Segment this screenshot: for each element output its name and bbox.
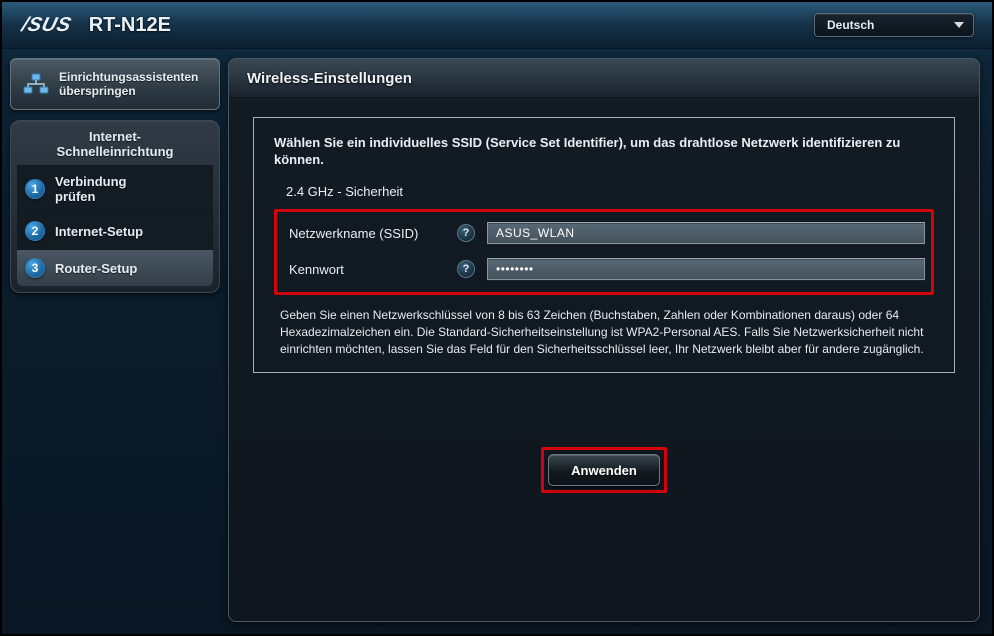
sidebar: Einrichtungsassistenten überspringen Int… bbox=[10, 58, 220, 293]
main-panel: Wireless-Einstellungen Wählen Sie ein in… bbox=[228, 58, 980, 622]
chevron-down-icon bbox=[953, 20, 965, 30]
step-label: Router-Setup bbox=[55, 261, 137, 276]
language-select-label: Deutsch bbox=[827, 18, 874, 32]
apply-button[interactable]: Anwenden bbox=[548, 454, 660, 486]
router-admin-page: /SUS RT-N12E Deutsch Einrichtungsassiste… bbox=[0, 0, 994, 636]
step-number-badge: 2 bbox=[25, 221, 45, 241]
steps-panel: Internet-Schnelleinrichtung 1 Verbindung… bbox=[10, 120, 220, 293]
step-router-setup[interactable]: 3 Router-Setup bbox=[17, 249, 213, 286]
instruction-text: Wählen Sie ein individuelles SSID (Servi… bbox=[274, 134, 934, 168]
skip-wizard-button[interactable]: Einrichtungsassistenten überspringen bbox=[10, 58, 220, 110]
main-title: Wireless-Einstellungen bbox=[229, 59, 979, 98]
password-input[interactable] bbox=[487, 258, 925, 280]
step-internet-setup[interactable]: 2 Internet-Setup bbox=[17, 212, 213, 249]
highlighted-form-area: Netzwerkname (SSID) ? Kennwort ? bbox=[274, 209, 934, 295]
help-icon[interactable]: ? bbox=[457, 260, 475, 278]
password-row: Kennwort ? bbox=[283, 252, 925, 286]
band-security-label: 2.4 GHz - Sicherheit bbox=[286, 184, 934, 199]
brand-logo: /SUS bbox=[19, 14, 73, 37]
ssid-input[interactable] bbox=[487, 222, 925, 244]
help-icon[interactable]: ? bbox=[457, 224, 475, 242]
ssid-label: Netzwerkname (SSID) bbox=[283, 226, 457, 241]
language-select[interactable]: Deutsch bbox=[814, 13, 974, 37]
header-bar: /SUS RT-N12E Deutsch bbox=[2, 2, 992, 49]
skip-wizard-label: Einrichtungsassistenten überspringen bbox=[59, 70, 209, 98]
password-label: Kennwort bbox=[283, 262, 457, 277]
password-hint-text: Geben Sie einen Netzwerkschlüssel von 8 … bbox=[274, 307, 934, 358]
ssid-row: Netzwerkname (SSID) ? bbox=[283, 216, 925, 250]
apply-button-label: Anwenden bbox=[571, 463, 637, 478]
step-label: Internet-Setup bbox=[55, 224, 143, 239]
step-number-badge: 1 bbox=[25, 179, 45, 199]
steps-title: Internet-Schnelleinrichtung bbox=[17, 129, 213, 159]
settings-panel: Wählen Sie ein individuelles SSID (Servi… bbox=[253, 117, 955, 373]
step-label: Verbindungprüfen bbox=[55, 174, 127, 204]
model-name: RT-N12E bbox=[89, 14, 171, 37]
network-icon bbox=[21, 72, 51, 96]
highlighted-apply-area: Anwenden bbox=[541, 447, 667, 493]
step-check-connection[interactable]: 1 Verbindungprüfen bbox=[17, 165, 213, 212]
step-number-badge: 3 bbox=[25, 258, 45, 278]
